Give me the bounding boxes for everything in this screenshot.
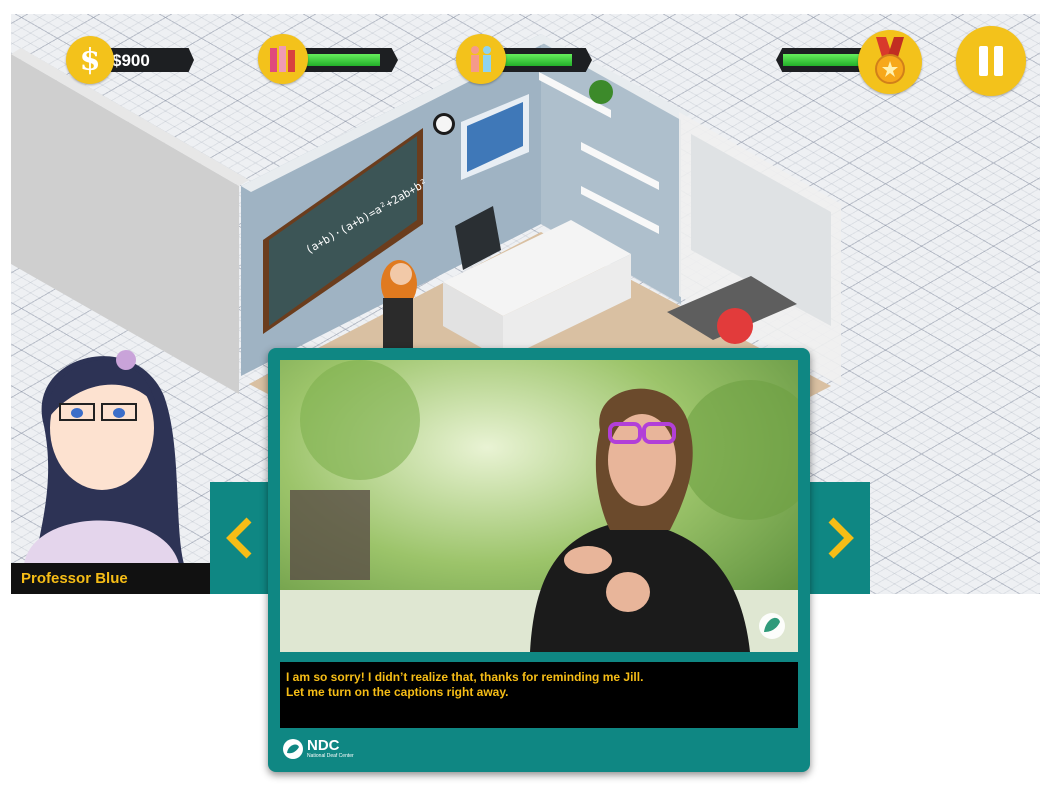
caption-line-2: Let me turn on the captions right away. xyxy=(286,685,509,699)
pause-icon xyxy=(979,46,1003,76)
chevron-right-icon xyxy=(828,517,854,559)
pause-button[interactable] xyxy=(956,26,1026,96)
books-bar-fill xyxy=(299,54,380,66)
ndc-logo-subtext: National Deaf Center xyxy=(307,753,354,759)
money-value: $900 xyxy=(112,51,150,70)
chevron-left-icon xyxy=(226,517,252,559)
video-frame xyxy=(280,360,798,652)
dialog-panel: I am so sorry! I didn’t realize that, th… xyxy=(268,348,810,772)
sign-language-video[interactable] xyxy=(280,360,798,652)
ndc-logo-text: NDC xyxy=(307,737,340,754)
books-icon xyxy=(258,34,308,84)
professor-portrait xyxy=(14,336,194,564)
dollar-icon: $ xyxy=(66,36,114,84)
next-button[interactable] xyxy=(810,482,870,594)
caption-line-1: I am so sorry! I didn’t realize that, th… xyxy=(286,670,644,684)
money-display: $900 xyxy=(104,48,194,72)
people-bar-fill xyxy=(495,54,572,66)
medal-icon xyxy=(858,30,922,94)
prev-button[interactable] xyxy=(210,482,270,594)
people-icon xyxy=(456,34,506,84)
caption-box: I am so sorry! I didn’t realize that, th… xyxy=(280,662,798,728)
ndc-logo-icon xyxy=(283,739,303,759)
character-name: Professor Blue xyxy=(21,570,128,587)
ndc-logo: NDC National Deaf Center xyxy=(282,736,392,764)
medal-bar-fill xyxy=(783,54,861,66)
